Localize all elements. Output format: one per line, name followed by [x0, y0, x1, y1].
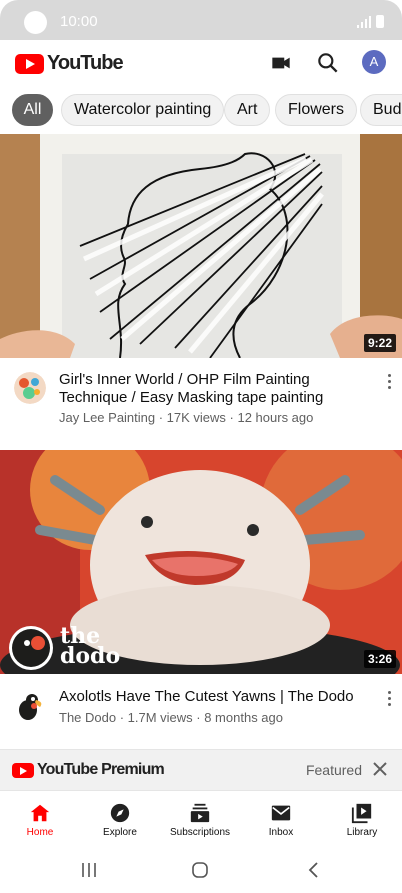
featured-label: Featured [305, 762, 362, 778]
bottom-navigation: Home Explore Subscriptions Inbox Library [0, 796, 402, 846]
signal-icon [357, 16, 371, 28]
youtube-play-icon [12, 762, 34, 778]
tab-inbox[interactable]: Inbox [241, 796, 321, 838]
video-title[interactable]: Axolotls Have The Cutest Yawns | The Dod… [59, 688, 359, 706]
app-bar: YouTube A [0, 40, 402, 86]
close-icon[interactable] [371, 760, 389, 778]
youtube-premium-logo: YouTube Premium [12, 761, 165, 779]
chip-all[interactable]: All [12, 94, 53, 126]
video-subtitle: Jay Lee Painting · 17K views · 12 hours … [59, 410, 314, 425]
subscriptions-icon [190, 803, 210, 823]
tab-label: Explore [103, 827, 137, 838]
status-bar: 10:00 [0, 0, 402, 40]
dodo-watermark: the dodo [60, 625, 121, 669]
library-icon [351, 803, 372, 824]
video-title[interactable]: Girl's Inner World / OHP Film Painting T… [59, 371, 359, 407]
home-button-icon[interactable] [191, 861, 209, 879]
status-time: 10:00 [60, 13, 98, 30]
premium-banner[interactable]: YouTube Premium Featured [0, 749, 402, 791]
youtube-logo[interactable]: YouTube [15, 52, 124, 75]
channel-avatar[interactable] [14, 690, 46, 722]
logo-text: YouTube [47, 52, 124, 74]
more-options-icon[interactable] [386, 374, 392, 389]
premium-logo-text: YouTube Premium [37, 761, 165, 778]
battery-icon [376, 15, 384, 28]
tab-subscriptions[interactable]: Subscriptions [160, 796, 240, 838]
system-navigation-bar [0, 848, 402, 893]
tab-label: Inbox [268, 827, 294, 838]
camera-cutout [24, 11, 47, 34]
chip-flowers[interactable]: Flowers [275, 94, 358, 126]
recent-apps-icon[interactable] [80, 862, 98, 878]
chip-watercolor-painting[interactable]: Watercolor painting [61, 94, 225, 126]
mail-icon [271, 805, 291, 821]
tab-label: Library [346, 827, 378, 838]
search-icon[interactable] [315, 50, 341, 76]
home-icon [30, 804, 50, 822]
youtube-play-icon [15, 53, 44, 74]
tab-library[interactable]: Library [322, 796, 402, 838]
video-meta: Girl's Inner World / OHP Film Painting T… [0, 358, 402, 450]
watermark-dodo: dodo [60, 643, 121, 669]
chip-art[interactable]: Art [224, 94, 271, 126]
video-meta: Axolotls Have The Cutest Yawns | The Dod… [0, 674, 402, 748]
tab-home[interactable]: Home [0, 796, 80, 838]
video-subtitle: The Dodo · 1.7M views · 8 months ago [59, 710, 283, 725]
tab-label: Subscriptions [169, 827, 231, 838]
more-options-icon[interactable] [386, 691, 392, 706]
compass-icon [110, 803, 130, 823]
video-duration: 3:26 [363, 650, 396, 668]
status-icons [357, 15, 384, 28]
chip-budg[interactable]: Budg [360, 94, 402, 126]
thumbnail-image [0, 134, 402, 358]
video-camera-icon[interactable] [268, 50, 294, 76]
tab-explore[interactable]: Explore [80, 796, 160, 838]
video-duration: 9:22 [363, 334, 396, 352]
video-thumbnail[interactable]: 9:22 [0, 134, 402, 358]
back-icon[interactable] [307, 862, 319, 878]
video-thumbnail[interactable]: the dodo 3:26 [0, 450, 402, 674]
filter-chips: All Watercolor painting Art Flowers Budg [0, 86, 402, 134]
tab-label: Home [26, 827, 54, 838]
account-avatar[interactable]: A [362, 50, 386, 74]
channel-avatar[interactable] [14, 372, 46, 404]
